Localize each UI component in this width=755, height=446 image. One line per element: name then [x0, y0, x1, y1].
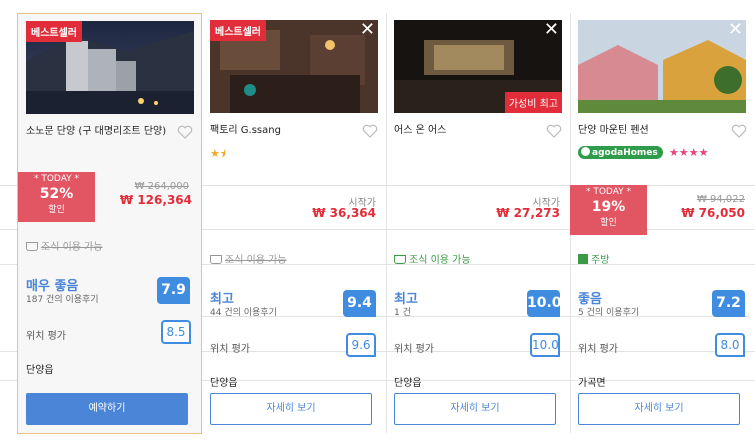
price: ₩ 36,364 [312, 206, 376, 220]
breakfast-text: 조식 이용 가능 [41, 242, 103, 253]
hotel-photo[interactable]: 베스트셀러 ✕ [210, 20, 378, 113]
location-label: 위치 평가 [394, 344, 434, 355]
coffee-cup-icon [26, 242, 38, 251]
kitchen-icon [578, 254, 588, 264]
original-price: ₩ 264,000 [134, 181, 189, 192]
kitchen-text: 주방 [591, 255, 610, 266]
agoda-homes-label: agodaHomes [592, 148, 658, 158]
hotel-card-earth-on-earth[interactable]: ✕ 가성비 최고 어스 온 어스 시작가 ₩ 27,273 조식 이용 가능 최… [386, 13, 570, 434]
location-label: 위치 평가 [26, 331, 66, 342]
close-icon[interactable]: ✕ [360, 21, 375, 39]
review-count[interactable]: 44 건의 이용후기 [210, 305, 277, 318]
area-name: 단양읍 [210, 378, 238, 389]
close-icon[interactable]: ✕ [728, 21, 743, 39]
review-score: 9.4 [343, 290, 376, 317]
hotel-photo[interactable]: ✕ [578, 20, 746, 113]
details-button[interactable]: 자세히 보기 [578, 393, 740, 425]
review-count[interactable]: 1 건 [394, 305, 411, 318]
review-count[interactable]: 187 건의 이용후기 [26, 292, 99, 305]
star-rating: ★★★★ [669, 146, 709, 159]
hotel-name[interactable]: 팩토리 G.ssang [210, 123, 360, 138]
review-score: 7.9 [157, 277, 190, 304]
location-label: 위치 평가 [210, 344, 250, 355]
today-label: * TODAY * [33, 174, 80, 184]
details-button[interactable]: 자세히 보기 [394, 393, 556, 425]
review-score: 7.2 [712, 290, 745, 317]
hotel-name[interactable]: 단양 마운틴 펜션 [578, 123, 728, 138]
discounted-price: ₩ 76,050 [681, 206, 745, 220]
review-count[interactable]: 5 건의 이용후기 [578, 305, 639, 318]
heart-icon[interactable] [177, 125, 193, 139]
review-score: 10.0 [527, 290, 562, 317]
today-discount-badge: * TODAY * 19% 할인 [570, 185, 647, 235]
price: ₩ 27,273 [496, 206, 560, 220]
home-icon [581, 147, 590, 156]
heart-icon[interactable] [731, 124, 747, 138]
discount-percent: 52% [39, 186, 74, 202]
discounted-price: ₩ 126,364 [119, 193, 192, 207]
hotel-card-mountain-pension[interactable]: ✕ 단양 마운틴 펜션 agodaHomes ★★★★ * TODAY * 19… [570, 13, 755, 434]
discount-suffix: 할인 [48, 205, 65, 215]
location-score: 8.0 [715, 333, 745, 357]
bestseller-badge: 베스트셀러 [26, 21, 82, 42]
location-score: 8.5 [161, 320, 191, 344]
discount-suffix: 할인 [600, 218, 617, 228]
location-label: 위치 평가 [578, 344, 618, 355]
hotel-name[interactable]: 소노문 단양 (구 대명리조트 단양) [26, 124, 176, 139]
breakfast-text: 조식 이용 가능 [409, 255, 471, 266]
star-rating: ★⯨ [210, 147, 226, 160]
details-button[interactable]: 자세히 보기 [210, 393, 372, 425]
location-score: 9.6 [346, 333, 376, 357]
bestseller-badge: 베스트셀러 [210, 20, 266, 41]
hotel-photo-image [578, 20, 746, 113]
today-label: * TODAY * [585, 187, 632, 197]
breakfast-info: 조식 이용 가능 [26, 238, 103, 253]
original-price: ₩ 94,022 [696, 194, 745, 205]
hotel-photo[interactable]: ✕ 가성비 최고 [394, 20, 562, 113]
discount-percent: 19% [591, 199, 626, 215]
hotel-name[interactable]: 어스 온 어스 [394, 123, 544, 138]
best-value-badge: 가성비 최고 [504, 92, 562, 113]
coffee-cup-icon [210, 255, 222, 264]
heart-icon[interactable] [362, 124, 378, 138]
hotel-comparison-grid: 베스트셀러 소노문 단양 (구 대명리조트 단양) ★★★★★ * TODAY … [0, 0, 755, 446]
today-discount-badge: * TODAY * 52% 할인 [18, 172, 95, 222]
area-name: 단양읍 [394, 378, 422, 389]
breakfast-info: 조식 이용 가능 [210, 251, 287, 266]
breakfast-info: 조식 이용 가능 [394, 251, 471, 266]
heart-icon[interactable] [546, 124, 562, 138]
breakfast-text: 조식 이용 가능 [225, 255, 287, 266]
agoda-homes-badge: agodaHomes [578, 146, 663, 159]
book-button[interactable]: 예약하기 [26, 393, 188, 425]
hotel-photo[interactable]: 베스트셀러 [26, 21, 194, 114]
location-score: 10.0 [530, 333, 560, 357]
hotel-card-factory-gssang[interactable]: 베스트셀러 ✕ 팩토리 G.ssang ★⯨ 시작가 ₩ 36,364 조식 이… [202, 13, 386, 434]
close-icon[interactable]: ✕ [544, 21, 559, 39]
kitchen-info: 주방 [578, 251, 609, 266]
area-name: 단양읍 [26, 365, 54, 376]
area-name: 가곡면 [578, 378, 606, 389]
coffee-cup-icon [394, 255, 406, 264]
